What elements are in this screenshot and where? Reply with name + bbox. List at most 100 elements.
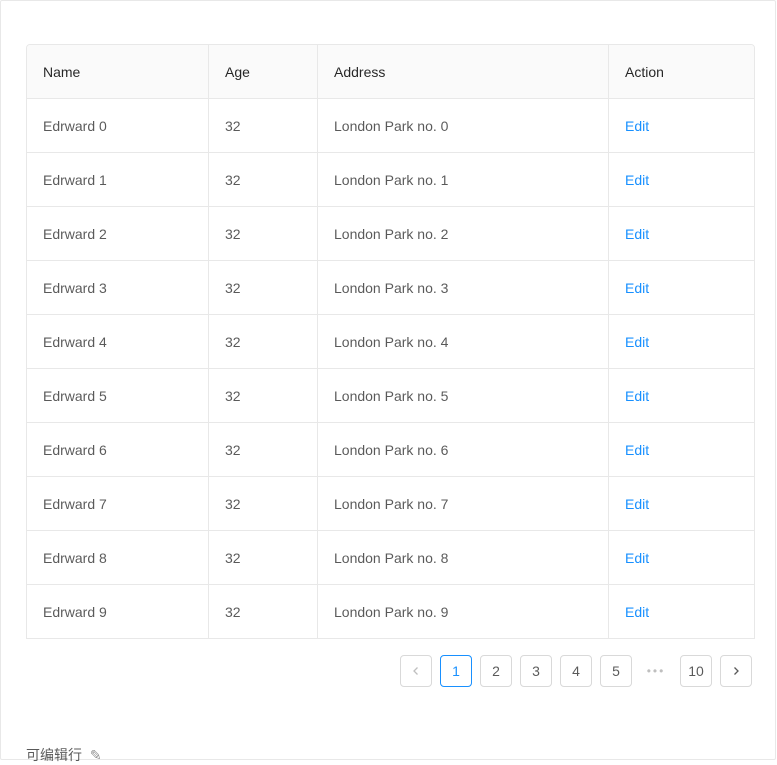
cell-name-text: Edrward 4 bbox=[43, 333, 107, 350]
edit-link[interactable]: Edit bbox=[625, 550, 649, 566]
cell-name: Edrward 5 bbox=[27, 369, 209, 422]
edit-link[interactable]: Edit bbox=[625, 172, 649, 188]
cell-name: Edrward 2 bbox=[27, 207, 209, 260]
section-title: 可编辑行 ✎ bbox=[26, 745, 102, 765]
cell-age-text: 32 bbox=[225, 333, 241, 350]
cell-name: Edrward 7 bbox=[27, 477, 209, 530]
chevron-right-icon bbox=[731, 666, 741, 676]
page-button-1[interactable]: 1 bbox=[440, 655, 472, 687]
cell-name-text: Edrward 5 bbox=[43, 387, 107, 404]
table-row: Edrward 3 32 London Park no. 3 Edit bbox=[27, 261, 754, 315]
cell-address-text: London Park no. 1 bbox=[334, 171, 449, 188]
cell-action: Edit bbox=[609, 585, 754, 638]
cell-address-text: London Park no. 7 bbox=[334, 495, 449, 512]
cell-age: 32 bbox=[209, 423, 318, 476]
cell-address: London Park no. 5 bbox=[318, 369, 609, 422]
pagination: 12345 ••• 10 bbox=[392, 655, 752, 687]
cell-address: London Park no. 4 bbox=[318, 315, 609, 368]
table-row: Edrward 1 32 London Park no. 1 Edit bbox=[27, 153, 754, 207]
edit-link[interactable]: Edit bbox=[625, 118, 649, 134]
column-header-name: Name bbox=[27, 45, 209, 98]
cell-age-text: 32 bbox=[225, 171, 241, 188]
cell-age-text: 32 bbox=[225, 279, 241, 296]
edit-link[interactable]: Edit bbox=[625, 226, 649, 242]
table-body: Edrward 0 32 London Park no. 0 Edit Edrward … bbox=[27, 99, 754, 638]
chevron-left-icon bbox=[411, 666, 421, 676]
cell-address-text: London Park no. 8 bbox=[334, 549, 449, 566]
cell-name: Edrward 1 bbox=[27, 153, 209, 206]
cell-name: Edrward 9 bbox=[27, 585, 209, 638]
cell-address: London Park no. 2 bbox=[318, 207, 609, 260]
cell-age-text: 32 bbox=[225, 441, 241, 458]
prev-page-button[interactable] bbox=[400, 655, 432, 687]
cell-name-text: Edrward 2 bbox=[43, 225, 107, 242]
cell-name: Edrward 4 bbox=[27, 315, 209, 368]
edit-link[interactable]: Edit bbox=[625, 496, 649, 512]
page-button-4[interactable]: 4 bbox=[560, 655, 592, 687]
cell-action: Edit bbox=[609, 153, 754, 206]
table-row: Edrward 5 32 London Park no. 5 Edit bbox=[27, 369, 754, 423]
table-row: Edrward 2 32 London Park no. 2 Edit bbox=[27, 207, 754, 261]
cell-name-text: Edrward 7 bbox=[43, 495, 107, 512]
cell-address-text: London Park no. 4 bbox=[334, 333, 449, 350]
cell-age-text: 32 bbox=[225, 117, 241, 134]
edit-link[interactable]: Edit bbox=[625, 442, 649, 458]
pagination-ellipsis[interactable]: ••• bbox=[640, 655, 672, 687]
edit-icon[interactable]: ✎ bbox=[90, 747, 102, 763]
cell-action: Edit bbox=[609, 477, 754, 530]
cell-age: 32 bbox=[209, 531, 318, 584]
cell-age: 32 bbox=[209, 207, 318, 260]
next-page-button[interactable] bbox=[720, 655, 752, 687]
cell-age: 32 bbox=[209, 369, 318, 422]
cell-name-text: Edrward 3 bbox=[43, 279, 107, 296]
cell-address-text: London Park no. 5 bbox=[334, 387, 449, 404]
page-button-last[interactable]: 10 bbox=[680, 655, 712, 687]
cell-age-text: 32 bbox=[225, 603, 241, 620]
edit-link[interactable]: Edit bbox=[625, 334, 649, 350]
cell-age: 32 bbox=[209, 153, 318, 206]
cell-action: Edit bbox=[609, 261, 754, 314]
cell-name-text: Edrward 8 bbox=[43, 549, 107, 566]
demo-card: Name Age Address Action Edrward 0 32 Londo… bbox=[0, 0, 776, 763]
table-row: Edrward 4 32 London Park no. 4 Edit bbox=[27, 315, 754, 369]
cell-age-text: 32 bbox=[225, 387, 241, 404]
cell-name-text: Edrward 9 bbox=[43, 603, 107, 620]
cell-name-text: Edrward 6 bbox=[43, 441, 107, 458]
cell-action: Edit bbox=[609, 315, 754, 368]
column-header-action: Action bbox=[625, 63, 664, 80]
cell-action: Edit bbox=[609, 423, 754, 476]
table-row: Edrward 7 32 London Park no. 7 Edit bbox=[27, 477, 754, 531]
page-button-2[interactable]: 2 bbox=[480, 655, 512, 687]
cell-address-text: London Park no. 3 bbox=[334, 279, 449, 296]
cell-address-text: London Park no. 0 bbox=[334, 117, 449, 134]
table-row: Edrward 9 32 London Park no. 9 Edit bbox=[27, 585, 754, 638]
cell-action: Edit bbox=[609, 369, 754, 422]
cell-age: 32 bbox=[209, 261, 318, 314]
cell-name-text: Edrward 0 bbox=[43, 117, 107, 134]
table-row: Edrward 0 32 London Park no. 0 Edit bbox=[27, 99, 754, 153]
cell-age-text: 32 bbox=[225, 225, 241, 242]
page-button-5[interactable]: 5 bbox=[600, 655, 632, 687]
cell-age: 32 bbox=[209, 585, 318, 638]
cell-address: London Park no. 8 bbox=[318, 531, 609, 584]
cell-address-text: London Park no. 6 bbox=[334, 441, 449, 458]
table-row: Edrward 8 32 London Park no. 8 Edit bbox=[27, 531, 754, 585]
edit-link[interactable]: Edit bbox=[625, 388, 649, 404]
cell-address: London Park no. 3 bbox=[318, 261, 609, 314]
cell-age-text: 32 bbox=[225, 495, 241, 512]
page-button-3[interactable]: 3 bbox=[520, 655, 552, 687]
cell-address-text: London Park no. 9 bbox=[334, 603, 449, 620]
cell-age: 32 bbox=[209, 477, 318, 530]
data-table: Name Age Address Action Edrward 0 32 Londo… bbox=[26, 44, 755, 639]
edit-link[interactable]: Edit bbox=[625, 280, 649, 296]
cell-address: London Park no. 6 bbox=[318, 423, 609, 476]
cell-name-text: Edrward 1 bbox=[43, 171, 107, 188]
cell-action: Edit bbox=[609, 531, 754, 584]
cell-name: Edrward 0 bbox=[27, 99, 209, 152]
cell-name: Edrward 8 bbox=[27, 531, 209, 584]
cell-name: Edrward 3 bbox=[27, 261, 209, 314]
edit-link[interactable]: Edit bbox=[625, 604, 649, 620]
column-header-age: Age bbox=[209, 45, 318, 98]
cell-age-text: 32 bbox=[225, 549, 241, 566]
table-row: Edrward 6 32 London Park no. 6 Edit bbox=[27, 423, 754, 477]
